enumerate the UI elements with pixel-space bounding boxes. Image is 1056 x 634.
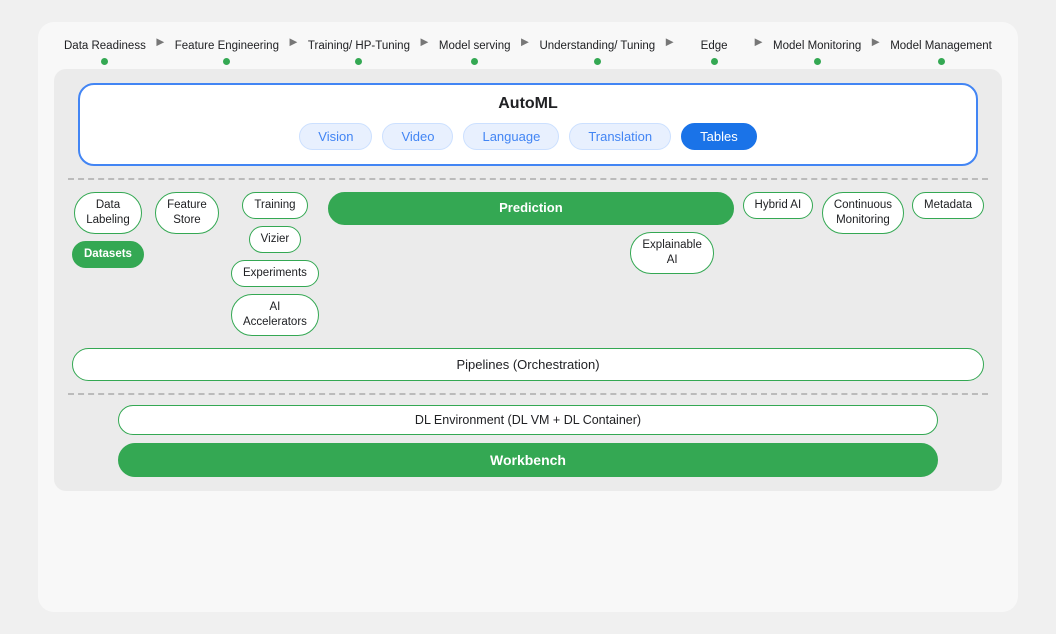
divider-1	[68, 178, 988, 180]
pipeline-header: Data Readiness ► Feature Engineering ► T…	[54, 34, 1002, 65]
step-model-management: Model Management	[890, 39, 992, 65]
datasets-pill: Datasets	[72, 241, 144, 268]
step-dot-data-readiness	[101, 58, 108, 65]
pipelines-section: Pipelines (Orchestration)	[68, 336, 988, 381]
step-edge: Edge	[684, 39, 744, 65]
col-training: Training Vizier Experiments AIAccelerato…	[230, 192, 320, 336]
tab-tables[interactable]: Tables	[681, 123, 757, 150]
vizier-pill: Vizier	[249, 226, 302, 253]
continuous-monitoring-pill: ContinuousMonitoring	[822, 192, 904, 234]
dl-env-pill: DL Environment (DL VM + DL Container)	[118, 405, 938, 435]
step-understanding: Understanding/ Tuning	[539, 39, 655, 65]
step-model-monitoring: Model Monitoring	[773, 39, 861, 65]
col-metadata: Metadata	[912, 192, 984, 219]
data-labeling-pill: DataLabeling	[74, 192, 141, 234]
prediction-pill: Prediction	[328, 192, 734, 225]
hybrid-ai-pill: Hybrid AI	[743, 192, 814, 219]
step-model-serving: Model serving	[439, 39, 511, 65]
tab-language[interactable]: Language	[463, 123, 559, 150]
step-dot-training	[355, 58, 362, 65]
arrow-1: ►	[154, 34, 167, 65]
step-feature-engineering: Feature Engineering	[175, 39, 279, 65]
tab-vision[interactable]: Vision	[299, 123, 372, 150]
tab-translation[interactable]: Translation	[569, 123, 671, 150]
col-feature-store: FeatureStore	[152, 192, 222, 234]
step-dot-model-management	[938, 58, 945, 65]
training-pill: Training	[242, 192, 307, 219]
arrow-7: ►	[869, 34, 882, 65]
diagram-container: Data Readiness ► Feature Engineering ► T…	[38, 22, 1018, 612]
tab-video[interactable]: Video	[382, 123, 453, 150]
step-dot-understanding	[594, 58, 601, 65]
step-dot-edge	[711, 58, 718, 65]
arrow-2: ►	[287, 34, 300, 65]
divider-2	[68, 393, 988, 395]
automl-title: AutoML	[100, 95, 956, 113]
middle-row: DataLabeling Datasets FeatureStore Train…	[68, 192, 988, 336]
bottom-section: DL Environment (DL VM + DL Container) Wo…	[68, 405, 988, 477]
explainable-ai-pill: ExplainableAI	[630, 232, 713, 274]
arrow-6: ►	[752, 34, 765, 65]
content-area: AutoML Vision Video Language Translation…	[54, 69, 1002, 491]
step-dot-model-serving	[471, 58, 478, 65]
col-continuous-monitoring: ContinuousMonitoring	[822, 192, 904, 234]
feature-store-pill: FeatureStore	[155, 192, 219, 234]
ai-accelerators-pill: AIAccelerators	[231, 294, 319, 336]
workbench-pill: Workbench	[118, 443, 938, 477]
pipelines-pill: Pipelines (Orchestration)	[72, 348, 984, 381]
arrow-5: ►	[663, 34, 676, 65]
col-prediction: Prediction ExplainableAI	[328, 192, 734, 274]
automl-tabs: Vision Video Language Translation Tables	[100, 123, 956, 150]
experiments-pill: Experiments	[231, 260, 319, 287]
automl-box: AutoML Vision Video Language Translation…	[78, 83, 978, 166]
step-data-readiness: Data Readiness	[64, 39, 146, 65]
arrow-3: ►	[418, 34, 431, 65]
arrow-4: ►	[519, 34, 532, 65]
step-dot-model-monitoring	[814, 58, 821, 65]
col-hybrid-ai: Hybrid AI	[742, 192, 814, 219]
step-dot-feature-engineering	[223, 58, 230, 65]
metadata-pill: Metadata	[912, 192, 984, 219]
col-data-labeling: DataLabeling Datasets	[72, 192, 144, 268]
step-training: Training/ HP-Tuning	[308, 39, 410, 65]
